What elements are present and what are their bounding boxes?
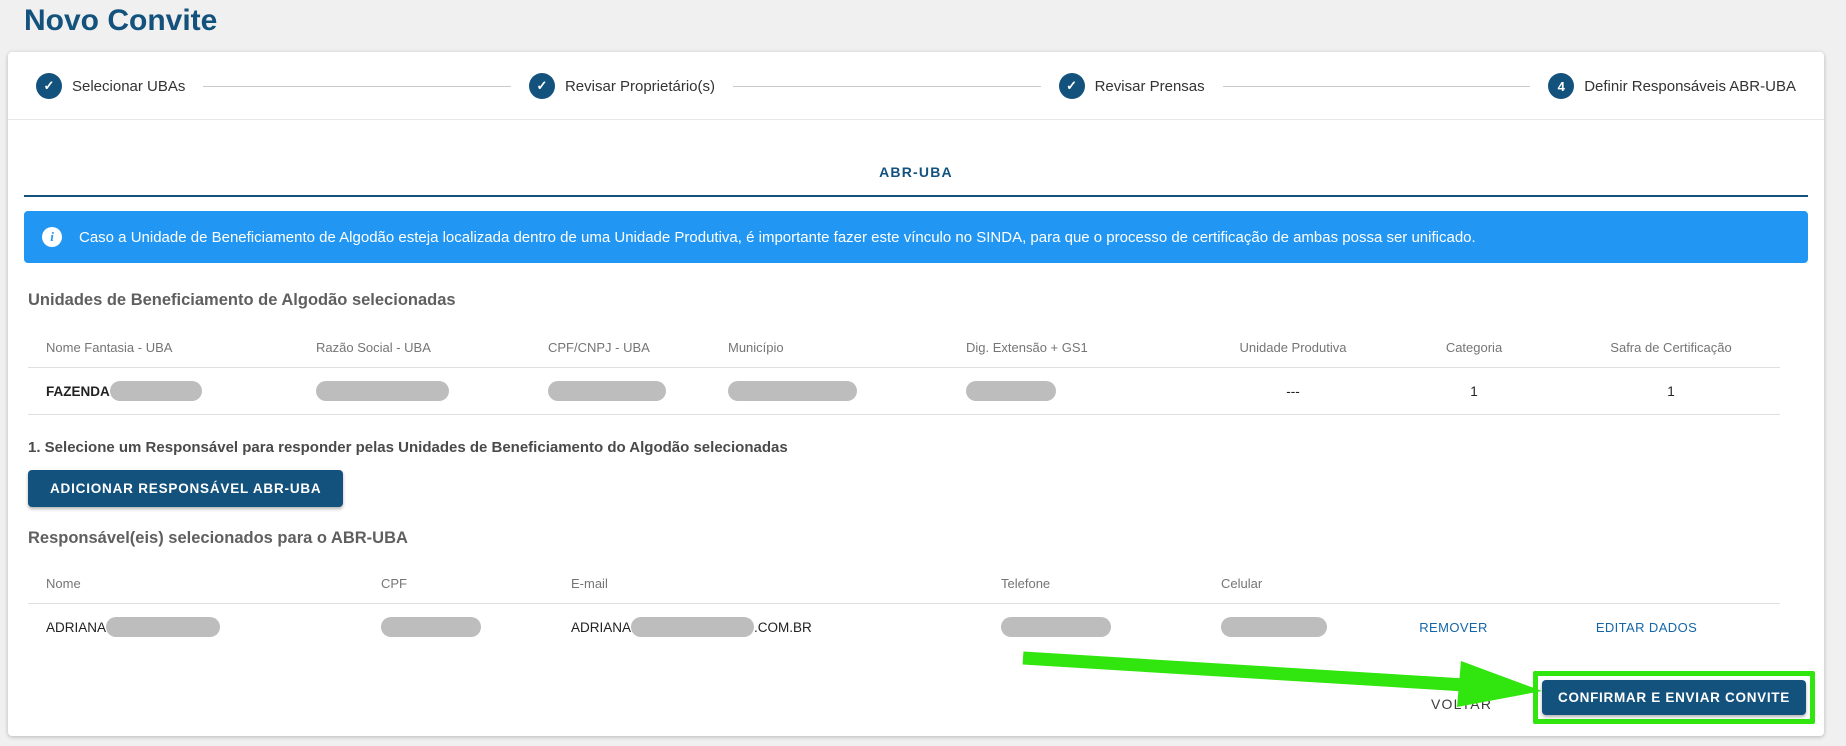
annotation-highlight-box: CONFIRMAR E ENVIAR CONVITE — [1533, 671, 1815, 724]
step-definir-responsaveis[interactable]: 4 Definir Responsáveis ABR-UBA — [1548, 73, 1796, 99]
redacted-value — [728, 381, 857, 401]
redacted-value — [631, 617, 754, 637]
info-banner-text: Caso a Unidade de Beneficiamento de Algo… — [79, 229, 1476, 246]
redacted-value — [966, 381, 1056, 401]
col-cpf: CPF — [381, 562, 571, 603]
tab-abr-uba[interactable]: ABR-UBA — [879, 164, 953, 180]
page-title: Novo Convite — [24, 4, 217, 38]
step-selecionar-ubas[interactable]: ✓ Selecionar UBAs — [36, 73, 185, 99]
step-check-icon: ✓ — [36, 73, 62, 99]
info-icon: i — [42, 227, 62, 247]
responsavel-email-prefix: ADRIANA — [571, 620, 631, 635]
step-label: Revisar Proprietário(s) — [565, 78, 715, 95]
voltar-button[interactable]: VOLTAR — [1419, 688, 1504, 720]
responsaveis-table: Nome CPF E-mail Telefone Celular ADRIANA… — [28, 562, 1780, 650]
confirmar-enviar-convite-button[interactable]: CONFIRMAR E ENVIAR CONVITE — [1542, 680, 1806, 715]
col-nome-fantasia: Nome Fantasia - UBA — [28, 326, 316, 367]
info-banner: i Caso a Unidade de Beneficiamento de Al… — [24, 211, 1808, 263]
wizard-card: ✓ Selecionar UBAs ✓ Revisar Proprietário… — [8, 52, 1824, 736]
redacted-value — [110, 381, 202, 401]
responsaveis-section-heading: Responsável(eis) selecionados para o ABR… — [28, 529, 1804, 548]
redacted-value — [316, 381, 449, 401]
editar-dados-button[interactable]: EDITAR DADOS — [1596, 620, 1697, 635]
col-email: E-mail — [571, 562, 1001, 603]
redacted-value — [106, 617, 220, 637]
tab-indicator — [24, 195, 1808, 197]
responsavel-nome: ADRIANA — [46, 620, 106, 635]
col-dig-extensao: Dig. Extensão + GS1 — [966, 326, 1200, 367]
redacted-value — [1221, 617, 1327, 637]
step-label: Revisar Prensas — [1095, 78, 1205, 95]
tab-bar: ABR-UBA — [8, 164, 1824, 182]
remover-button[interactable]: REMOVER — [1419, 620, 1488, 635]
uba-categoria: 1 — [1386, 371, 1562, 412]
col-municipio: Município — [728, 326, 966, 367]
responsavel-email-suffix: .COM.BR — [754, 620, 812, 635]
ubas-section-heading: Unidades de Beneficiamento de Algodão se… — [28, 291, 1804, 310]
step-check-icon: ✓ — [529, 73, 555, 99]
col-categoria: Categoria — [1386, 326, 1562, 367]
col-telefone: Telefone — [1001, 562, 1221, 603]
table-row: FAZENDA --- 1 1 — [28, 368, 1780, 415]
col-celular: Celular — [1221, 562, 1366, 603]
step-instruction: 1. Selecione um Responsável para respond… — [28, 439, 1804, 456]
step-label: Definir Responsáveis ABR-UBA — [1584, 78, 1796, 95]
step-revisar-proprietarios[interactable]: ✓ Revisar Proprietário(s) — [529, 73, 715, 99]
step-connector — [733, 86, 1041, 87]
wizard-stepper: ✓ Selecionar UBAs ✓ Revisar Proprietário… — [8, 52, 1824, 120]
redacted-value — [381, 617, 481, 637]
uba-unidade-produtiva: --- — [1200, 371, 1386, 412]
step-revisar-prensas[interactable]: ✓ Revisar Prensas — [1059, 73, 1205, 99]
table-row: ADRIANA ADRIANA .COM.BR REMOVER EDITAR DA… — [28, 604, 1780, 650]
responsaveis-table-header: Nome CPF E-mail Telefone Celular — [28, 562, 1780, 604]
col-unidade-produtiva: Unidade Produtiva — [1200, 326, 1386, 367]
step-connector — [1223, 86, 1531, 87]
step-number-icon: 4 — [1548, 73, 1574, 99]
redacted-value — [1001, 617, 1111, 637]
col-safra: Safra de Certificação — [1562, 326, 1780, 367]
step-check-icon: ✓ — [1059, 73, 1085, 99]
redacted-value — [548, 381, 666, 401]
col-razao-social: Razão Social - UBA — [316, 326, 548, 367]
uba-safra: 1 — [1562, 371, 1780, 412]
ubas-table-header: Nome Fantasia - UBA Razão Social - UBA C… — [28, 326, 1780, 368]
step-connector — [203, 86, 511, 87]
step-label: Selecionar UBAs — [72, 78, 185, 95]
col-nome: Nome — [28, 562, 381, 603]
uba-nome-fantasia: FAZENDA — [46, 384, 110, 399]
col-cpf-cnpj: CPF/CNPJ - UBA — [548, 326, 728, 367]
ubas-table: Nome Fantasia - UBA Razão Social - UBA C… — [28, 326, 1780, 415]
add-responsavel-button[interactable]: ADICIONAR RESPONSÁVEL ABR-UBA — [28, 470, 343, 507]
